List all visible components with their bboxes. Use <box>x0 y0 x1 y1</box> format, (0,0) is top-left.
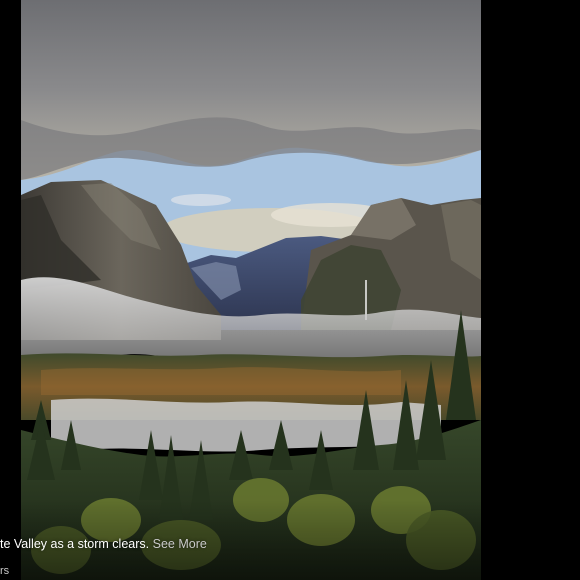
photo-caption: te Valley as a storm clears. See More <box>0 535 207 553</box>
photo-viewer: te Valley as a storm clears. See More rs <box>0 0 580 580</box>
see-more-link[interactable]: See More <box>153 537 207 551</box>
landscape-photo[interactable] <box>21 0 481 580</box>
caption-text: te Valley as a storm clears. <box>0 537 150 551</box>
photo-subline: rs <box>0 565 10 577</box>
